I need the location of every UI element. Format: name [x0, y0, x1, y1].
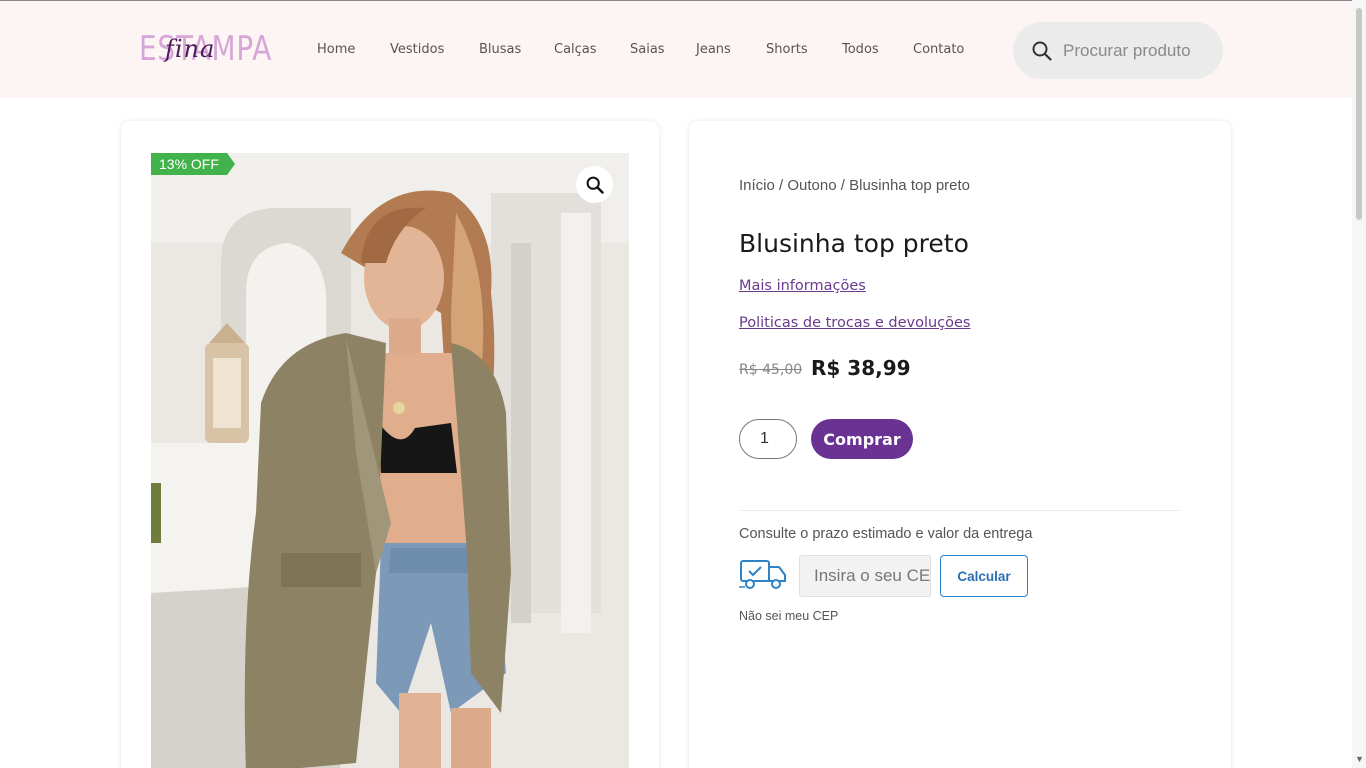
nav-todos[interactable]: Todos [842, 42, 879, 57]
search-icon[interactable] [1032, 41, 1052, 61]
no-cep-link[interactable]: Não sei meu CEP [739, 609, 838, 623]
breadcrumb-home[interactable]: Início [739, 177, 775, 194]
breadcrumb: Início / Outono / Blusinha top preto [739, 177, 970, 194]
calculate-shipping-button[interactable]: Calcular [940, 555, 1028, 597]
nav-vestidos[interactable]: Vestidos [390, 42, 444, 57]
breadcrumb-separator: / [774, 177, 788, 194]
product-image[interactable] [151, 153, 629, 768]
scroll-down-arrow-icon[interactable]: ▼ [1355, 754, 1364, 764]
product-gallery-card: 13% OFF [121, 121, 659, 768]
search-box[interactable] [1013, 22, 1223, 79]
nav-saias[interactable]: Saias [630, 42, 665, 57]
nav-blusas[interactable]: Blusas [479, 42, 521, 57]
zoom-icon [586, 176, 604, 194]
nav-home[interactable]: Home [317, 42, 355, 57]
quantity-input[interactable] [739, 419, 797, 459]
sale-price: R$ 38,99 [811, 356, 911, 380]
nav-jeans[interactable]: Jeans [696, 42, 731, 57]
nav-shorts[interactable]: Shorts [766, 42, 808, 57]
divider [739, 510, 1181, 511]
nav-calcas[interactable]: Calças [554, 42, 597, 57]
site-header: ESTAMPA fina Home Vestidos Blusas Calças… [0, 0, 1352, 98]
original-price: R$ 45,00 [739, 362, 803, 378]
zoom-button[interactable] [576, 166, 613, 203]
breadcrumb-current: Blusinha top preto [849, 177, 971, 194]
discount-badge: 13% OFF [151, 153, 235, 175]
return-policy-link[interactable]: Politicas de trocas e devoluções [739, 315, 971, 331]
scrollbar-thumb[interactable] [1356, 8, 1362, 220]
cep-input[interactable] [799, 555, 931, 597]
delivery-truck-icon [739, 560, 786, 589]
product-photo-illustration [151, 153, 629, 768]
breadcrumb-category[interactable]: Outono [787, 177, 836, 194]
product-title: Blusinha top preto [739, 229, 969, 258]
page-scrollbar[interactable]: ▼ [1352, 0, 1366, 768]
buy-button[interactable]: Comprar [811, 419, 913, 459]
search-input[interactable] [1063, 40, 1203, 61]
logo-script: fina [165, 35, 216, 63]
shipping-label: Consulte o prazo estimado e valor da ent… [739, 526, 1033, 542]
breadcrumb-separator: / [836, 177, 850, 194]
product-info-card: Início / Outono / Blusinha top preto Blu… [689, 121, 1231, 768]
nav-contato[interactable]: Contato [913, 42, 964, 57]
more-info-link[interactable]: Mais informações [739, 278, 866, 294]
site-logo[interactable]: ESTAMPA fina [139, 29, 271, 73]
